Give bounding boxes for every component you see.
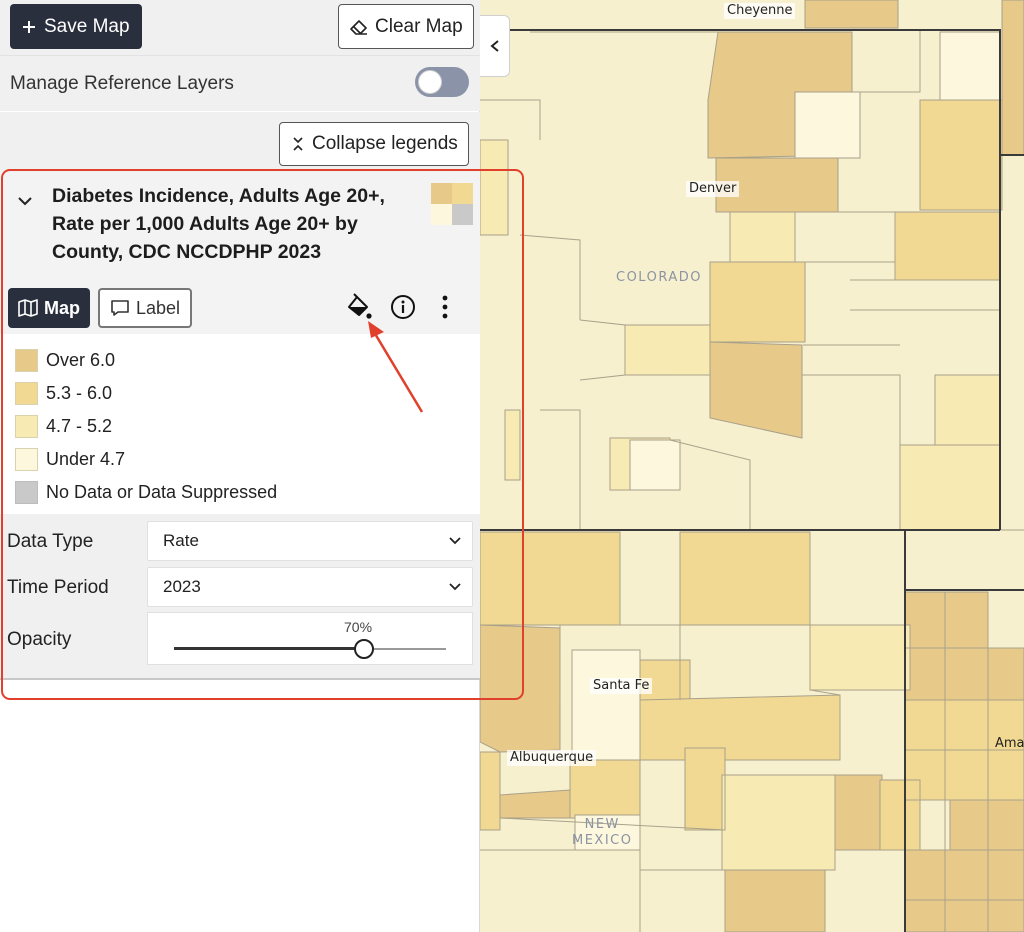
legend-swatch	[15, 480, 38, 504]
chevron-down-icon	[449, 583, 461, 591]
chevron-down-icon	[449, 537, 461, 545]
legend-item-label: 4.7 - 5.2	[46, 415, 113, 436]
layer-legend: Over 6.0 5.3 - 6.0 4.7 - 5.2 Under 4.7 N…	[0, 334, 480, 514]
map-label-albuquerque: Albuquerque	[507, 750, 597, 766]
time-period-value: 2023	[163, 577, 201, 596]
map-label-new-mexico: NEW MEXICO	[572, 817, 632, 849]
layers-panel: Save Map Clear Map Manage Reference Laye…	[0, 0, 480, 932]
manage-reference-layers-label: Manage Reference Layers	[10, 72, 234, 94]
chevron-left-icon	[489, 40, 499, 52]
tab-label[interactable]: Label	[98, 288, 193, 328]
top-toolbar: Save Map Clear Map	[0, 0, 480, 55]
map-label-new-mexico-line1: NEW	[584, 817, 620, 832]
eraser-icon	[350, 19, 367, 35]
legend-swatch	[15, 447, 38, 471]
style-button[interactable]	[344, 292, 374, 322]
chevron-down-icon[interactable]	[16, 194, 34, 208]
layer-title: Diabetes Incidence, Adults Age 20+, Rate…	[52, 185, 385, 263]
choropleth-map[interactable]: Cheyenne Denver COLORADO Santa Fe Albuqu…	[480, 0, 1024, 932]
time-period-label: Time Period	[7, 577, 109, 598]
legend-item: No Data or Data Suppressed	[15, 480, 277, 504]
toggle-knob	[418, 70, 442, 94]
legend-item-label: Over 6.0	[46, 349, 116, 370]
clear-map-label: Clear Map	[375, 15, 463, 37]
map-label-amarillo: Amar	[995, 736, 1024, 751]
time-period-select[interactable]: 2023	[147, 567, 473, 607]
opacity-slider-thumb[interactable]	[354, 639, 375, 659]
legend-toolbar: Collapse legends	[0, 112, 480, 172]
opacity-slider-track[interactable]	[174, 639, 446, 659]
legend-swatch	[15, 381, 38, 405]
legend-swatch	[15, 414, 38, 438]
map-canvas	[480, 0, 1024, 932]
save-map-button[interactable]: Save Map	[10, 4, 142, 49]
collapse-panel-button[interactable]	[480, 15, 510, 77]
legend-item: 5.3 - 6.0	[15, 381, 112, 405]
tab-label-label: Label	[136, 297, 181, 318]
map-icon	[18, 299, 38, 317]
reference-layers-toggle[interactable]	[415, 67, 469, 97]
collapse-legends-label: Collapse legends	[312, 133, 458, 154]
legend-item: 4.7 - 5.2	[15, 414, 112, 438]
legend-item-label: No Data or Data Suppressed	[46, 481, 278, 502]
comment-icon	[111, 300, 129, 316]
collapse-icon	[293, 137, 303, 151]
tab-map-label: Map	[44, 297, 80, 318]
map-label-cheyenne: Cheyenne	[724, 3, 796, 19]
more-vertical-icon	[442, 295, 448, 319]
layer-toolbar: Map Label	[0, 282, 480, 334]
legend-item: Under 4.7	[15, 447, 125, 471]
legend-item-label: Under 4.7	[46, 448, 126, 469]
data-type-select[interactable]: Rate	[147, 521, 473, 561]
save-map-label: Save Map	[44, 15, 130, 37]
opacity-slider-box: 70%	[147, 612, 473, 665]
info-button[interactable]	[388, 292, 418, 322]
info-icon	[391, 295, 415, 319]
opacity-label: Opacity	[7, 629, 72, 650]
legend-item-label: 5.3 - 6.0	[46, 382, 113, 403]
legend-swatch	[15, 348, 38, 372]
tab-map[interactable]: Map	[8, 288, 90, 328]
layer-thumbnail-icon	[431, 183, 473, 225]
clear-map-button[interactable]: Clear Map	[338, 4, 474, 49]
plus-icon	[23, 20, 35, 33]
paint-bucket-icon	[348, 293, 372, 319]
opacity-slider-fill	[174, 647, 365, 650]
opacity-value: 70%	[344, 619, 373, 635]
layer-header[interactable]: Diabetes Incidence, Adults Age 20+, Rate…	[0, 172, 480, 282]
collapse-legends-button[interactable]: Collapse legends	[279, 122, 469, 166]
data-type-label: Data Type	[7, 531, 94, 552]
map-label-colorado: COLORADO	[616, 270, 702, 285]
manage-reference-layers-row: Manage Reference Layers	[0, 55, 480, 111]
map-label-santa-fe: Santa Fe	[590, 678, 653, 694]
legend-item: Over 6.0	[15, 348, 115, 372]
more-options-button[interactable]	[430, 292, 460, 322]
layer-controls: Data Type Rate Time Period 2023 Opacity …	[0, 514, 480, 680]
map-label-new-mexico-line2: MEXICO	[572, 833, 633, 848]
map-label-denver: Denver	[686, 181, 740, 197]
data-type-value: Rate	[163, 531, 199, 550]
